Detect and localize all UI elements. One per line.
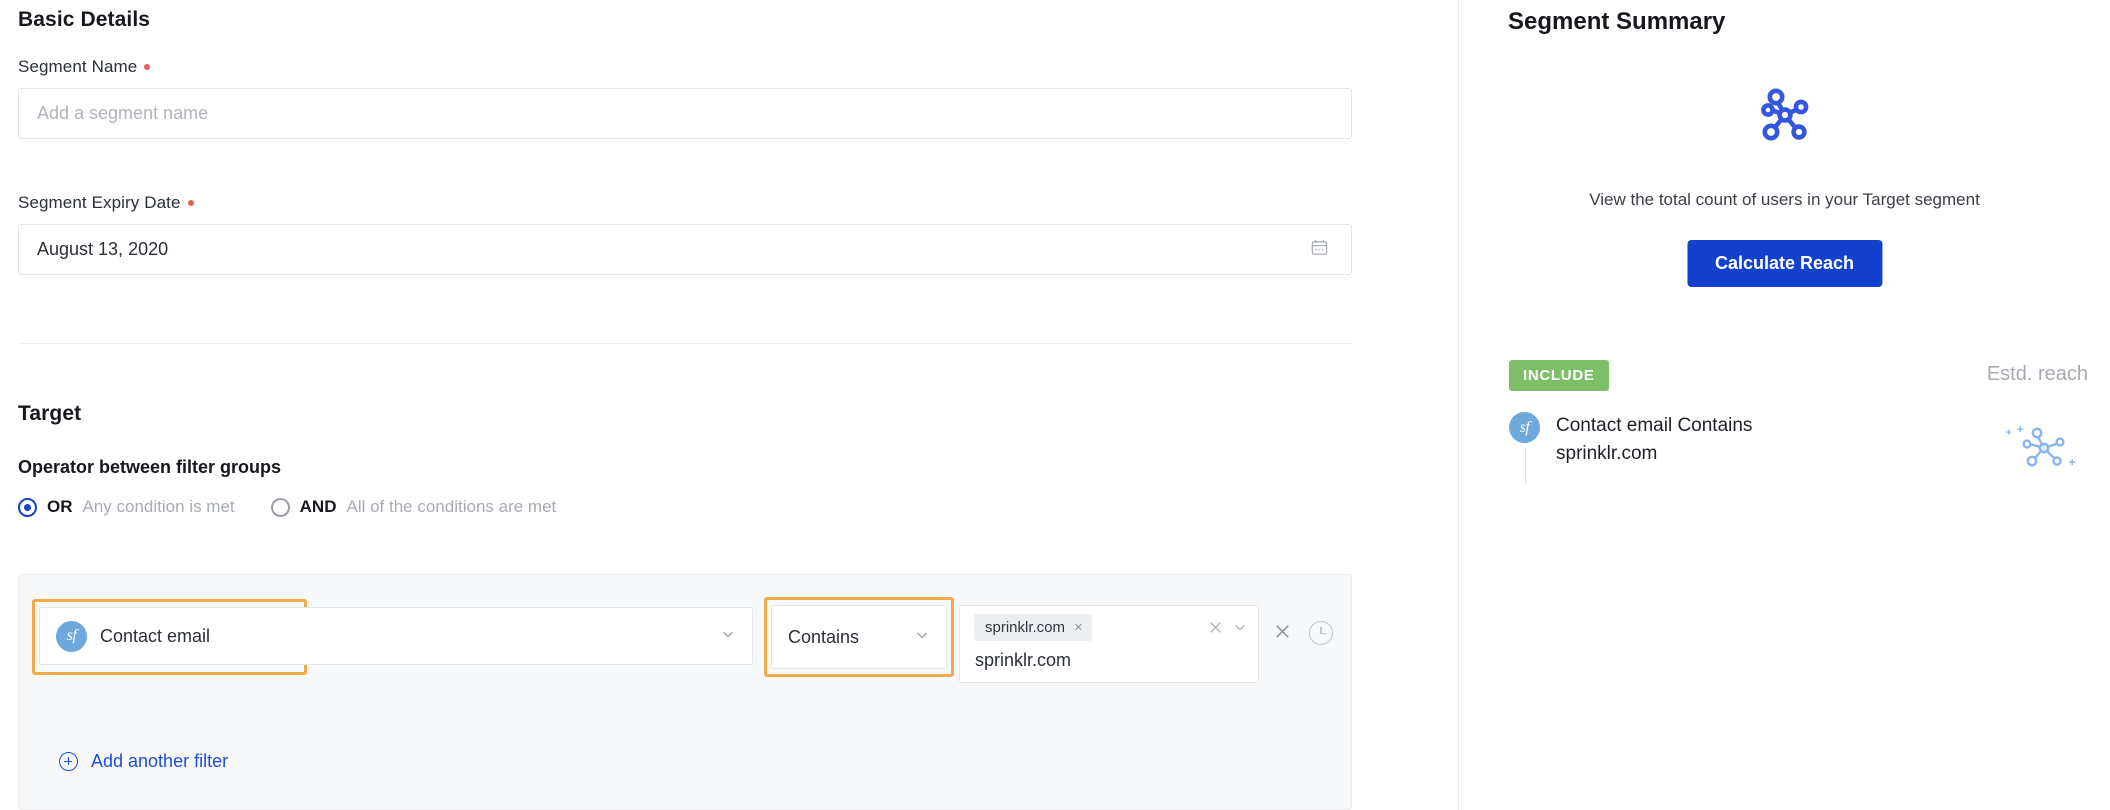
filter-field-select[interactable]: sf Contact email [39, 607, 753, 665]
add-another-filter-button[interactable]: Add another filter [59, 751, 228, 772]
radio-or-icon[interactable] [18, 497, 37, 517]
chevron-down-icon[interactable] [914, 627, 930, 648]
summary-item-stem [1524, 448, 1526, 484]
salesforce-icon: sf [1509, 412, 1540, 443]
segment-network-illustration [1459, 84, 2110, 151]
app-screen: Basic Details Segment Name Add a segment… [0, 0, 2110, 810]
filter-value-suggestion[interactable]: sprinklr.com [975, 650, 1071, 671]
radio-or-key: OR [47, 497, 73, 516]
segment-expiry-label-text: Segment Expiry Date [18, 193, 181, 212]
segment-network-icon [1754, 84, 1816, 151]
segment-summary-pane: Segment Summary View the total count of … [1458, 0, 2110, 810]
filter-field-value-group: sf Contact email [56, 620, 211, 652]
segment-name-input[interactable]: Add a segment name [18, 88, 1352, 139]
radio-or-description: Any condition is met [82, 497, 235, 516]
segment-name-label: Segment Name [18, 57, 151, 77]
filter-operator-value: Contains [788, 626, 860, 647]
estd-reach-label: Estd. reach [1986, 363, 2088, 385]
required-indicator-icon [187, 199, 194, 206]
chevron-down-icon[interactable] [1232, 619, 1248, 635]
filter-group-panel: sf Contact email Contains sprinklr.com ×… [18, 574, 1352, 810]
basic-details-heading: Basic Details [18, 8, 151, 31]
summary-item-icon-column: sf [1509, 412, 1540, 484]
segment-form-pane: Basic Details Segment Name Add a segment… [0, 0, 1458, 810]
calculate-reach-button[interactable]: Calculate Reach [1686, 240, 1883, 287]
radio-option-or[interactable]: OR Any condition is met [18, 497, 235, 517]
segment-name-placeholder: Add a segment name [37, 103, 209, 123]
filter-value-chip-label: sprinklr.com [985, 618, 1066, 636]
clear-value-icon[interactable] [1207, 619, 1224, 636]
section-divider [18, 343, 1352, 344]
filter-operator-select[interactable]: Contains [771, 605, 947, 669]
plus-circle-icon [59, 752, 78, 771]
filter-field-value: Contact email [100, 625, 211, 646]
segment-expiry-date-input[interactable]: August 13, 2020 [18, 224, 1352, 275]
include-badge: INCLUDE [1509, 360, 1609, 391]
remove-filter-icon[interactable] [1273, 622, 1292, 645]
chip-remove-icon[interactable]: × [1074, 620, 1083, 635]
radio-and-key: AND [299, 497, 337, 516]
target-heading: Target [18, 402, 82, 425]
salesforce-icon: sf [56, 620, 87, 652]
chevron-down-icon[interactable] [720, 626, 736, 647]
clock-icon[interactable] [1309, 621, 1333, 645]
segment-network-faded-icon [2004, 415, 2078, 482]
segment-expiry-label: Segment Expiry Date [18, 193, 194, 213]
filter-row-actions [1273, 621, 1333, 645]
radio-option-and[interactable]: AND All of the conditions are met [270, 497, 557, 517]
segment-summary-heading: Segment Summary [1508, 8, 1726, 35]
add-another-filter-label: Add another filter [91, 751, 229, 771]
filter-value-input[interactable]: sprinklr.com × sprinklr.com [959, 605, 1259, 683]
operator-label: Operator between filter groups [18, 457, 282, 477]
filter-value-chip[interactable]: sprinklr.com × [974, 613, 1092, 641]
radio-and-icon[interactable] [270, 497, 290, 517]
segment-name-label-text: Segment Name [18, 57, 138, 76]
segment-expiry-value: August 13, 2020 [37, 239, 169, 259]
segment-summary-description: View the total count of users in your Ta… [1589, 190, 1980, 209]
radio-and-description: All of the conditions are met [346, 497, 557, 516]
required-indicator-icon [144, 63, 151, 70]
calendar-icon[interactable] [1310, 238, 1329, 262]
summary-item-text: Contact email Contains sprinklr.com [1556, 415, 1753, 464]
summary-filter-item: sf Contact email Contains sprinklr.com [1509, 412, 1856, 484]
filter-value-chip-row: sprinklr.com × [960, 606, 1258, 648]
operator-radio-group: OR Any condition is met AND All of the c… [18, 497, 556, 517]
